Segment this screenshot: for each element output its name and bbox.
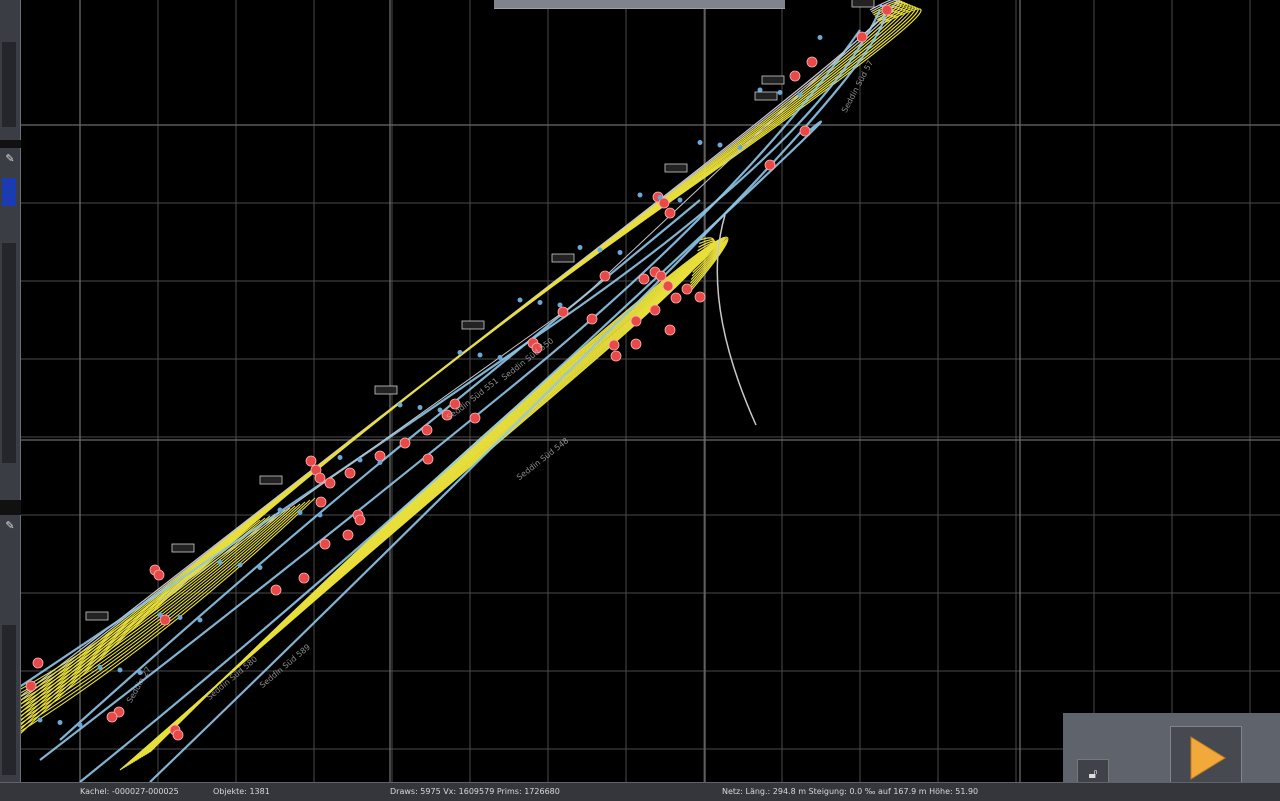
play-icon <box>1190 736 1226 780</box>
status-netz: Netz: Läng.: 294.8 m Steigung: 0.0 ‰ auf… <box>722 787 979 796</box>
status-objekte: Objekte: 1381 <box>213 787 270 796</box>
pin-icon[interactable]: ✎ <box>3 519 17 533</box>
play-button[interactable] <box>1170 726 1242 786</box>
pin-icon[interactable]: ✎ <box>3 152 17 166</box>
left-panel-3[interactable]: ✎ <box>0 515 21 782</box>
track-map[interactable] <box>0 0 1280 782</box>
left-panel-2[interactable]: ✎ <box>0 148 21 500</box>
status-draws: Draws: 5975 Vx: 1609579 Prims: 1726680 <box>390 787 560 796</box>
control-panel: 🔓︎ <box>1063 713 1280 791</box>
left-toolbar: ✎ ✎ <box>0 0 21 782</box>
unlock-icon: 🔓︎ <box>1088 766 1098 782</box>
status-kachel: Kachel: -000027-000025 <box>80 787 179 796</box>
left-panel-1[interactable] <box>0 0 21 140</box>
map-viewport[interactable]: Seddin Süd 550 Seddin Süd 548 Seddin Süd… <box>0 0 1280 782</box>
status-bar: Kachel: -000027-000025 Objekte: 1381 Dra… <box>0 782 1280 801</box>
top-panel-handle[interactable] <box>494 0 785 9</box>
